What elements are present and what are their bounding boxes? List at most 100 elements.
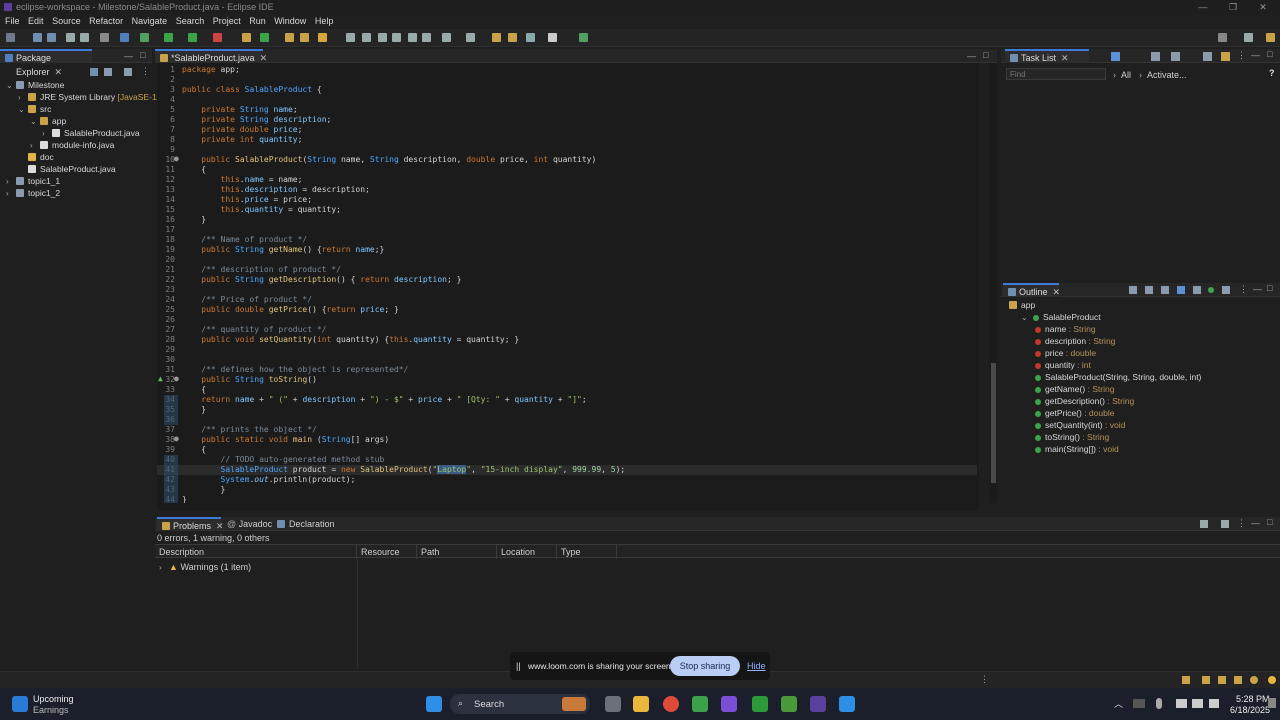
code-text[interactable]: this.name = name; — [182, 175, 303, 185]
column-description[interactable]: Description — [155, 545, 357, 559]
collapse-all-icon[interactable] — [1129, 286, 1137, 294]
code-line[interactable]: 1 package app; — [157, 65, 977, 75]
tab-outline[interactable]: Outline ✕ — [1003, 283, 1060, 297]
code-line[interactable]: 6 private String description; — [157, 115, 977, 125]
forward-icon[interactable] — [508, 33, 517, 42]
microphone-icon[interactable] — [1156, 698, 1162, 709]
code-text[interactable]: private int quantity; — [182, 135, 302, 145]
app-icon[interactable] — [721, 696, 737, 712]
outline-item[interactable]: SalableProduct(String, String, double, i… — [1033, 371, 1201, 383]
close-button[interactable]: ✕ — [1248, 0, 1278, 14]
coverage-icon[interactable] — [188, 33, 197, 42]
annotation-icon[interactable] — [346, 33, 355, 42]
forward-nav-icon[interactable] — [548, 33, 557, 42]
code-text[interactable]: /** defines how the object is represente… — [182, 365, 408, 375]
code-text[interactable]: { — [182, 165, 206, 175]
code-line[interactable]: 23 — [157, 285, 977, 295]
tree-item[interactable]: ⌄ Milestone — [6, 79, 64, 91]
help-icon[interactable]: ? — [1269, 68, 1275, 78]
maximize-icon[interactable]: □ — [983, 50, 988, 60]
windows-start-icon[interactable] — [426, 696, 442, 712]
outline-item[interactable]: price : double — [1033, 347, 1096, 359]
cloud-icon[interactable] — [1133, 699, 1145, 708]
back-icon[interactable] — [492, 33, 501, 42]
code-line[interactable]: 34 return name + " (" + description + ")… — [157, 395, 977, 405]
code-line[interactable]: 20 — [157, 255, 977, 265]
view-menu-icon[interactable]: ⋮ — [1237, 518, 1246, 529]
outline-item[interactable]: getDescription() : String — [1033, 395, 1134, 407]
code-text[interactable]: private String name; — [182, 105, 297, 115]
stop-sharing-button[interactable]: Stop sharing — [670, 656, 740, 676]
code-text[interactable]: public SalableProduct(String name, Strin… — [182, 155, 596, 165]
clock-date[interactable]: 6/18/2025 — [1230, 705, 1270, 715]
tree-item[interactable]: › topic1_1 — [6, 175, 60, 187]
close-icon[interactable]: ✕ — [260, 53, 268, 63]
open-type-icon[interactable] — [285, 33, 294, 42]
task-view-icon[interactable] — [605, 696, 621, 712]
filter-icon[interactable] — [1200, 520, 1208, 528]
code-line[interactable]: 18 /** Name of product */ — [157, 235, 977, 245]
minimize-icon[interactable]: — — [124, 51, 133, 61]
redo-icon[interactable] — [80, 33, 89, 42]
code-line[interactable]: 13 this.description = description; — [157, 185, 977, 195]
tree-item[interactable]: doc — [18, 151, 54, 163]
fold-marker-icon[interactable]: ● — [174, 434, 179, 443]
code-text[interactable]: private double price; — [182, 125, 302, 135]
categorize-icon[interactable] — [1151, 52, 1160, 61]
chevron-up-icon[interactable]: ︿ — [1114, 697, 1123, 710]
tab-salable-product[interactable]: *SalableProduct.java ✕ — [155, 49, 267, 63]
code-line[interactable]: 3 public class SalableProduct { — [157, 85, 977, 95]
code-text[interactable]: public static void main (String[] args) — [182, 435, 389, 445]
code-text[interactable]: { — [182, 385, 206, 395]
column-resource[interactable]: Resource — [357, 545, 417, 559]
code-text[interactable]: /** Price of product */ — [182, 295, 312, 305]
menu-run[interactable]: Run — [244, 14, 266, 28]
column-location[interactable]: Location — [497, 545, 557, 559]
hide-nonpublic-icon[interactable] — [1193, 286, 1201, 294]
outline-item[interactable]: name : String — [1033, 323, 1096, 335]
hide-static-icon[interactable] — [1177, 286, 1185, 294]
code-text[interactable]: // TODO auto-generated method stub — [182, 455, 385, 465]
tip-icon[interactable] — [1268, 676, 1276, 684]
close-icon[interactable]: ✕ — [1061, 53, 1069, 63]
tree-item[interactable]: SalableProduct.java — [18, 163, 116, 175]
link-editor-icon[interactable] — [1222, 286, 1230, 294]
status-icon-5[interactable] — [1250, 676, 1258, 684]
code-text[interactable]: } — [182, 405, 206, 415]
tree-item[interactable]: › module-info.java — [30, 139, 114, 151]
editor-scrollbar-thumb[interactable] — [991, 363, 996, 483]
chevron-down-icon[interactable]: ⌄ — [1021, 312, 1029, 324]
weather-icon[interactable] — [12, 696, 28, 712]
code-line[interactable]: 40 // TODO auto-generated method stub — [157, 455, 977, 465]
toggle-icon[interactable] — [408, 33, 417, 42]
code-line[interactable]: 33 { — [157, 385, 977, 395]
block-icon[interactable] — [392, 33, 401, 42]
clock-time[interactable]: 5:28 PM — [1236, 694, 1270, 704]
tab-javadoc[interactable]: @ Javadoc — [227, 517, 272, 531]
link-editor-icon[interactable] — [104, 68, 112, 76]
code-line[interactable]: 35 } — [157, 405, 977, 415]
synchronize-icon[interactable] — [1221, 52, 1230, 61]
outline-item[interactable]: main(String[]) : void — [1033, 443, 1119, 455]
comment-icon[interactable] — [378, 33, 387, 42]
maximize-icon[interactable]: □ — [1267, 517, 1272, 527]
minimize-icon[interactable]: — — [967, 51, 976, 61]
code-text[interactable]: public void setQuantity(int quantity) {t… — [182, 335, 519, 345]
java-perspective-icon[interactable] — [1266, 33, 1275, 42]
expand-icon[interactable]: › — [159, 562, 167, 574]
code-line[interactable]: 17 — [157, 225, 977, 235]
minimize-button[interactable]: — — [1188, 0, 1218, 14]
activate-link[interactable]: Activate... — [1147, 70, 1187, 80]
debug-run-icon[interactable] — [140, 33, 149, 42]
column-type[interactable]: Type — [557, 545, 617, 559]
new-task-icon[interactable] — [1111, 52, 1120, 61]
code-line[interactable]: 28 public void setQuantity(int quantity)… — [157, 335, 977, 345]
fold-marker-icon[interactable]: ● — [174, 374, 179, 383]
code-line[interactable]: 5 private String name; — [157, 105, 977, 115]
open-perspective-icon[interactable] — [1244, 33, 1253, 42]
task-find-input[interactable] — [1006, 68, 1106, 80]
status-icon-2[interactable] — [1202, 676, 1210, 684]
code-line[interactable]: 42 System.out.println(product); — [157, 475, 977, 485]
code-text[interactable]: public String getName() {return name;} — [182, 245, 384, 255]
code-line[interactable]: 9 — [157, 145, 977, 155]
